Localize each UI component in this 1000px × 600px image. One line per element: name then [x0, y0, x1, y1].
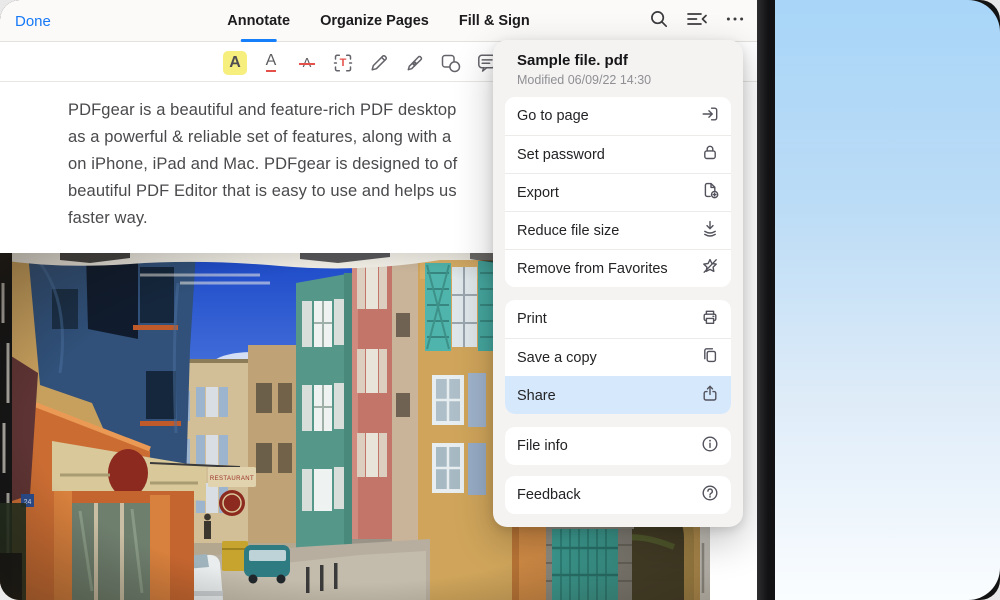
- menu-header: Sample file. pdf Modified 06/09/22 14:30: [493, 40, 743, 97]
- go-to-page-icon: [700, 104, 720, 129]
- lock-icon: [700, 142, 720, 167]
- unfavorite-icon: [700, 256, 720, 281]
- menu-item-export[interactable]: Export: [505, 173, 731, 211]
- doc-line: on iPhone, iPad and Mac. PDFgear is desi…: [68, 151, 457, 178]
- printer-icon: [700, 307, 720, 332]
- menu-item-remove-from-favorites[interactable]: Remove from Favorites: [505, 249, 731, 287]
- pdf-app-window: Done Annotate Organize Pages Fill & Sign: [0, 0, 757, 600]
- menu-group-file-actions: Go to page Set password Export Reduce fi…: [505, 97, 731, 287]
- table-of-contents-icon[interactable]: [686, 10, 708, 33]
- highlight-text-tool[interactable]: A: [223, 51, 247, 75]
- doc-line: beautiful PDF Editor that is easy to use…: [68, 178, 457, 205]
- file-title: Sample file. pdf: [517, 52, 727, 69]
- shapes-tool[interactable]: [439, 51, 463, 75]
- menu-item-print[interactable]: Print: [505, 300, 731, 338]
- menu-item-feedback[interactable]: Feedback: [505, 476, 731, 514]
- share-icon: [700, 383, 720, 408]
- doc-line: PDFgear is a beautiful and feature-rich …: [68, 97, 457, 124]
- device-bezel: [757, 0, 775, 600]
- marker-pen-tool[interactable]: [403, 51, 427, 75]
- underline-text-tool[interactable]: A: [259, 51, 283, 75]
- more-options-icon[interactable]: [725, 9, 745, 34]
- doc-line: faster way.: [68, 205, 457, 232]
- menu-item-file-info[interactable]: File info: [505, 427, 731, 465]
- search-icon[interactable]: [649, 9, 669, 34]
- menu-item-share[interactable]: Share: [505, 376, 731, 414]
- menu-group-output-actions: Print Save a copy Share: [505, 300, 731, 414]
- menu-group-file-info: File info: [505, 427, 731, 465]
- doc-line: as a powerful & reliable set of features…: [68, 124, 457, 151]
- navbar: Done Annotate Organize Pages Fill & Sign: [0, 0, 757, 42]
- menu-item-set-password[interactable]: Set password: [505, 135, 731, 173]
- menu-item-save-a-copy[interactable]: Save a copy: [505, 338, 731, 376]
- screenshot-frame: Done Annotate Organize Pages Fill & Sign: [0, 0, 1000, 600]
- strikethrough-text-tool[interactable]: A: [295, 51, 319, 75]
- menu-group-feedback: Feedback: [505, 476, 731, 514]
- text-box-tool[interactable]: T: [331, 51, 355, 75]
- tab-fill-sign[interactable]: Fill & Sign: [459, 0, 530, 42]
- tab-annotate[interactable]: Annotate: [227, 0, 290, 42]
- nav-tabs: Annotate Organize Pages Fill & Sign: [227, 0, 530, 42]
- menu-item-reduce-file-size[interactable]: Reduce file size: [505, 211, 731, 249]
- desktop-wallpaper: [775, 0, 1000, 600]
- question-icon: [700, 483, 720, 508]
- file-modified-date: Modified 06/09/22 14:30: [517, 73, 727, 87]
- file-options-menu: Sample file. pdf Modified 06/09/22 14:30…: [493, 40, 743, 527]
- compress-icon: [700, 218, 720, 243]
- document-paragraph: PDFgear is a beautiful and feature-rich …: [68, 97, 457, 232]
- export-icon: [700, 180, 720, 205]
- copy-icon: [700, 345, 720, 370]
- pencil-tool[interactable]: [367, 51, 391, 75]
- tab-organize-pages[interactable]: Organize Pages: [320, 0, 429, 42]
- info-icon: [700, 434, 720, 459]
- done-button[interactable]: Done: [15, 0, 51, 42]
- menu-item-go-to-page[interactable]: Go to page: [505, 97, 731, 135]
